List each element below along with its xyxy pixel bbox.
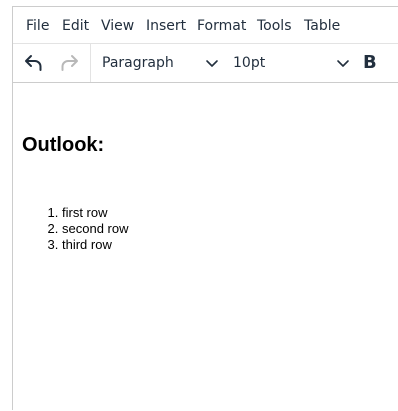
menu-tools[interactable]: Tools — [257, 17, 292, 35]
menu-table[interactable]: Table — [304, 17, 340, 35]
list-item: first row — [62, 205, 128, 221]
toolbar-separator — [90, 44, 91, 82]
list-item: third row — [62, 237, 128, 253]
bold-button[interactable]: B — [363, 52, 377, 74]
rich-text-editor: File Edit View Insert Format Tools Table… — [12, 6, 398, 410]
redo-icon — [61, 55, 78, 71]
block-format-value: Paragraph — [102, 55, 174, 71]
menubar: File Edit View Insert Format Tools Table — [13, 7, 398, 44]
toolbar: Paragraph 10pt B — [13, 44, 398, 83]
menu-view[interactable]: View — [101, 17, 134, 35]
redo-button[interactable] — [55, 50, 83, 76]
block-format-select[interactable]: Paragraph — [102, 50, 218, 76]
menu-file[interactable]: File — [26, 17, 49, 35]
editor-content[interactable]: Outlook: first row second row third row — [13, 83, 398, 411]
menu-insert[interactable]: Insert — [146, 17, 186, 35]
font-size-select[interactable]: 10pt — [233, 50, 350, 76]
numbered-list: first row second row third row — [22, 205, 128, 253]
chevron-down-icon — [337, 60, 349, 67]
menu-format[interactable]: Format — [197, 17, 246, 35]
menu-edit[interactable]: Edit — [62, 17, 89, 35]
font-size-value: 10pt — [233, 55, 266, 71]
chevron-down-icon — [206, 60, 218, 67]
undo-icon — [25, 55, 42, 71]
list-item: second row — [62, 221, 128, 237]
document-heading: Outlook: — [22, 134, 105, 156]
undo-button[interactable] — [20, 50, 48, 76]
